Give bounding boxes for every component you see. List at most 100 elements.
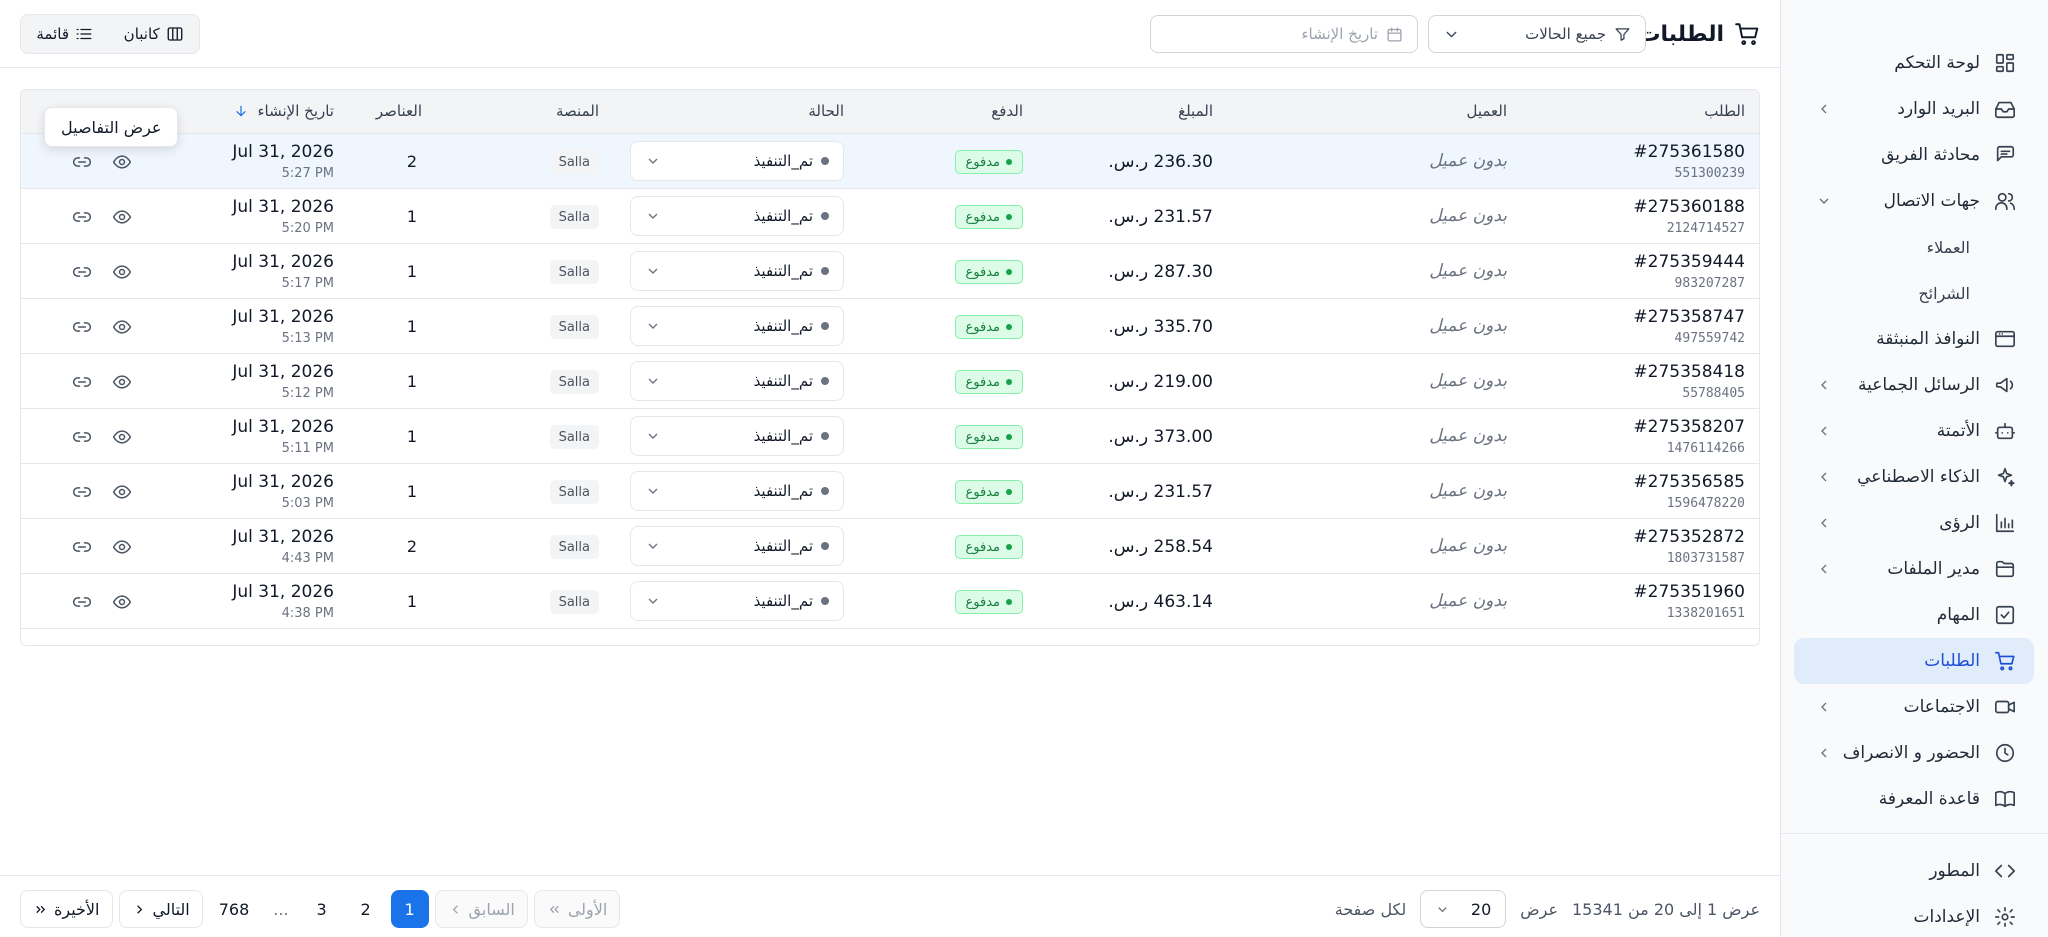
link-icon[interactable] (70, 370, 94, 394)
pagination-info: عرض 1 إلى 20 من 15341 عرض 20 لكل صفحة (1335, 890, 1760, 928)
table-row[interactable] (21, 629, 1759, 645)
column-header-platform[interactable]: المنصة (556, 102, 599, 120)
order-number[interactable]: #275358418 (1633, 362, 1745, 382)
chevron-left-icon[interactable] (1816, 745, 1832, 761)
chevron-down-icon[interactable] (1816, 193, 1832, 209)
chevron-left-icon[interactable] (1816, 561, 1832, 577)
eye-icon[interactable] (110, 590, 134, 614)
table-row[interactable]: #275358207 1476114266 بدون عميل 373.00 ر.س.… (21, 409, 1759, 464)
page-size-select[interactable]: 20 (1420, 890, 1507, 928)
sidebar-item-label: الطلبات (1924, 651, 1980, 671)
sidebar-item-0[interactable]: لوحة التحكم (1794, 40, 2034, 86)
order-status-select[interactable]: تم_التنفيذ (630, 526, 844, 566)
chevrons-right-icon (33, 902, 48, 917)
chevron-down-icon (645, 483, 661, 499)
chevron-left-icon[interactable] (1816, 423, 1832, 439)
chevron-left-icon[interactable] (1816, 515, 1832, 531)
order-number[interactable]: #275358747 (1633, 307, 1745, 327)
order-status-select[interactable]: تم_التنفيذ (630, 251, 844, 291)
order-status-select[interactable]: تم_التنفيذ (630, 416, 844, 456)
status-filter-select[interactable]: جميع الحالات (1428, 15, 1646, 53)
order-number[interactable]: #275361580 (1633, 142, 1745, 162)
page-3-button[interactable]: 3 (302, 890, 341, 928)
sidebar-item-11[interactable]: مدير الملفات (1794, 546, 2034, 592)
link-icon[interactable] (70, 260, 94, 284)
link-icon[interactable] (70, 315, 94, 339)
table-row[interactable]: #275359444 983207287 بدون عميل 287.30 ر.س. م… (21, 244, 1759, 299)
link-icon[interactable] (70, 480, 94, 504)
eye-icon[interactable] (110, 260, 134, 284)
chevron-left-icon[interactable] (1816, 699, 1832, 715)
eye-icon[interactable] (110, 205, 134, 229)
link-icon[interactable] (70, 535, 94, 559)
sidebar-item-14[interactable]: الاجتماعات (1794, 684, 2034, 730)
sidebar-item-1[interactable]: البريد الوارد (1794, 86, 2034, 132)
chevron-left-icon[interactable] (1816, 469, 1832, 485)
order-number[interactable]: #275356585 (1633, 472, 1745, 492)
view-kanban-button[interactable]: كانبان (124, 25, 184, 43)
link-icon[interactable] (70, 425, 94, 449)
order-status-select[interactable]: تم_التنفيذ (630, 361, 844, 401)
chevron-left-icon[interactable] (1816, 101, 1832, 117)
sidebar-item-2[interactable]: محادثة الفريق (1794, 132, 2034, 178)
column-header-order[interactable]: الطلب (1704, 102, 1745, 120)
order-number[interactable]: #275352872 (1633, 527, 1745, 547)
page-1-button[interactable]: 1 (390, 890, 429, 928)
eye-icon[interactable] (110, 315, 134, 339)
sidebar-item-16[interactable]: قاعدة المعرفة (1794, 776, 2034, 822)
sidebar-item-4[interactable]: العملاء (1794, 224, 2034, 270)
sidebar-item-12[interactable]: المهام (1794, 592, 2034, 638)
filter-icon (1614, 26, 1631, 43)
column-header-status[interactable]: الحالة (808, 102, 844, 120)
column-header-amount[interactable]: المبلغ (1178, 102, 1213, 120)
order-number[interactable]: #275359444 (1633, 252, 1745, 272)
order-status-select[interactable]: تم_التنفيذ (630, 581, 844, 621)
link-icon[interactable] (70, 205, 94, 229)
first-page-button[interactable]: الأولى (533, 890, 621, 928)
column-header-created[interactable]: تاريخ الإنشاء (233, 102, 334, 120)
sidebar-item-15[interactable]: الحضور و الانصراف (1794, 730, 2034, 776)
table-row[interactable]: #275351960 1338201651 بدون عميل 463.14 ر.س.… (21, 574, 1759, 629)
order-status-select[interactable]: تم_التنفيذ (630, 196, 844, 236)
eye-icon[interactable] (110, 535, 134, 559)
eye-icon[interactable] (110, 150, 134, 174)
date-filter-input[interactable]: تاريخ الإنشاء (1150, 15, 1418, 53)
order-status-select[interactable]: تم_التنفيذ (630, 306, 844, 346)
page-2-button[interactable]: 2 (346, 890, 385, 928)
sidebar-item-13[interactable]: الطلبات (1794, 638, 2034, 684)
sidebar-item-10[interactable]: الرؤى (1794, 500, 2034, 546)
sidebar-bottom-item-1[interactable]: الإعدادات (1794, 894, 2034, 937)
sidebar-item-7[interactable]: الرسائل الجماعية (1794, 362, 2034, 408)
sidebar-item-5[interactable]: الشرائح (1794, 270, 2034, 316)
sidebar-item-8[interactable]: الأتمتة (1794, 408, 2034, 454)
table-row[interactable]: #275352872 1803731587 بدون عميل 258.54 ر.س.… (21, 519, 1759, 574)
order-number[interactable]: #275360188 (1633, 197, 1745, 217)
column-header-customer[interactable]: العميل (1466, 102, 1507, 120)
table-row[interactable]: #275358418 55788405 بدون عميل 219.00 ر.س. مد… (21, 354, 1759, 409)
table-row[interactable]: #275360188 2124714527 بدون عميل 231.57 ر.س.… (21, 189, 1759, 244)
sidebar-item-9[interactable]: الذكاء الاصطناعي (1794, 454, 2034, 500)
view-list-button[interactable]: قائمة (36, 25, 93, 43)
table-row[interactable]: #275361580 551300239 بدون عميل 236.30 ر.س. م… (21, 134, 1759, 189)
eye-icon[interactable] (110, 480, 134, 504)
next-page-button[interactable]: التالي (118, 890, 203, 928)
table-row[interactable]: #275356585 1596478220 بدون عميل 231.57 ر.س.… (21, 464, 1759, 519)
last-page-number-button[interactable]: 768 (208, 890, 260, 928)
sidebar-item-3[interactable]: جهات الاتصال (1794, 178, 2034, 224)
eye-icon[interactable] (110, 425, 134, 449)
previous-page-button[interactable]: السابق (434, 890, 528, 928)
column-header-items[interactable]: العناصر (376, 102, 422, 120)
last-page-button[interactable]: الأخيرة (20, 890, 113, 928)
eye-icon[interactable] (110, 370, 134, 394)
order-status-select[interactable]: تم_التنفيذ (630, 141, 844, 181)
sidebar-item-6[interactable]: النوافذ المنبثقة (1794, 316, 2034, 362)
sidebar-bottom-item-0[interactable]: المطور (1794, 848, 2034, 894)
link-icon[interactable] (70, 150, 94, 174)
order-number[interactable]: #275358207 (1633, 417, 1745, 437)
table-row[interactable]: #275358747 497559742 بدون عميل 335.70 ر.س. م… (21, 299, 1759, 354)
column-header-payment[interactable]: الدفع (991, 102, 1023, 120)
chevron-left-icon[interactable] (1816, 377, 1832, 393)
order-number[interactable]: #275351960 (1633, 582, 1745, 602)
order-status-select[interactable]: تم_التنفيذ (630, 471, 844, 511)
link-icon[interactable] (70, 590, 94, 614)
